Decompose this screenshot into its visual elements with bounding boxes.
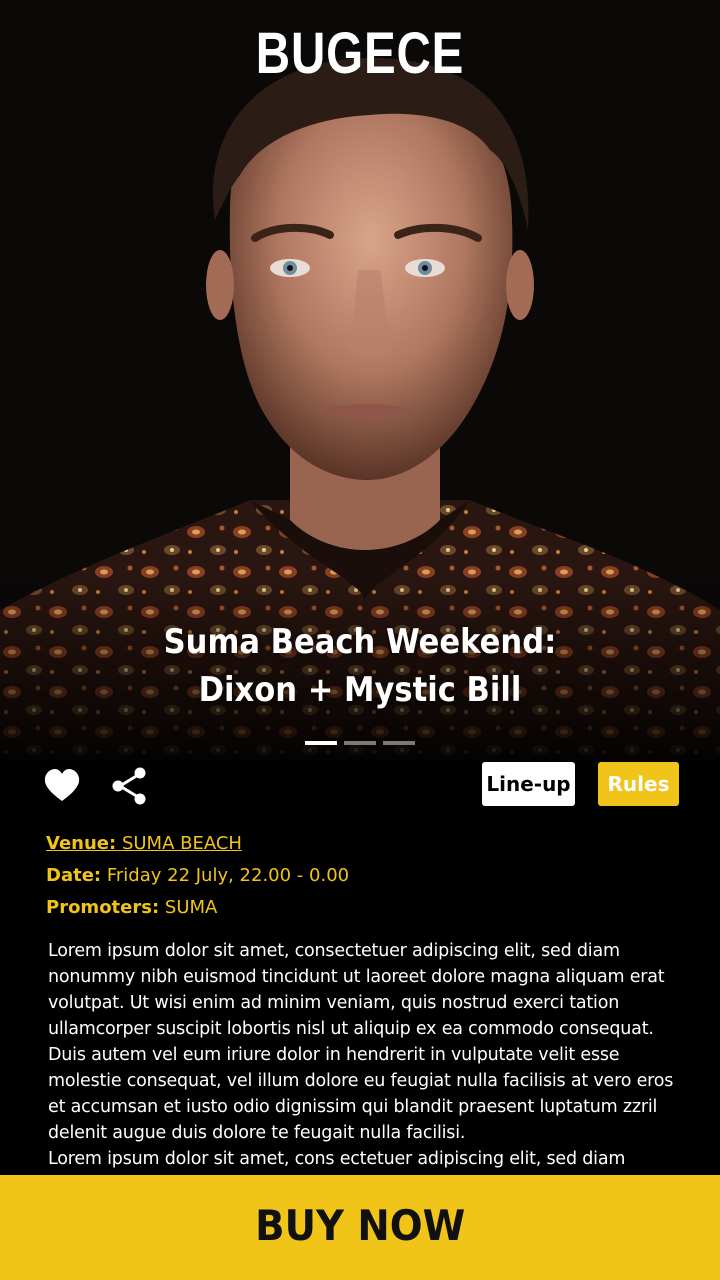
share-icon[interactable] bbox=[110, 766, 150, 806]
carousel-pager[interactable] bbox=[305, 741, 415, 745]
date-label: Date: bbox=[46, 865, 102, 886]
rules-button[interactable]: Rules bbox=[598, 762, 679, 806]
promoters-value: SUMA bbox=[164, 897, 218, 918]
promoters-label: Promoters: bbox=[46, 897, 160, 918]
event-title: Suma Beach Weekend: Dixon + Mystic Bill bbox=[0, 618, 720, 714]
pager-dot-1[interactable] bbox=[305, 741, 337, 745]
event-title-line-1: Suma Beach Weekend: bbox=[163, 622, 557, 662]
venue-row: Venue: SUMA BEACH bbox=[46, 828, 349, 860]
pager-dot-2[interactable] bbox=[344, 741, 376, 745]
brand-logo[interactable]: BUGECE bbox=[65, 20, 655, 87]
buy-now-label: BUY NOW bbox=[254, 1201, 466, 1250]
buy-now-button[interactable]: BUY NOW bbox=[0, 1175, 720, 1280]
venue-link[interactable]: Venue: SUMA BEACH bbox=[46, 833, 242, 854]
action-bar: Line-up Rules bbox=[0, 762, 720, 808]
event-details: Venue: SUMA BEACH Date: Friday 22 July, … bbox=[46, 828, 349, 924]
pager-dot-3[interactable] bbox=[383, 741, 415, 745]
venue-label: Venue: bbox=[46, 833, 117, 854]
date-value: Friday 22 July, 22.00 - 0.00 bbox=[106, 865, 350, 886]
lineup-button[interactable]: Line-up bbox=[482, 762, 575, 806]
event-description: Lorem ipsum dolor sit amet, consectetuer… bbox=[48, 941, 674, 1169]
promoters-row: Promoters: SUMA bbox=[46, 892, 349, 924]
hero-banner: BUGECE Suma Beach Weekend: Dixon + Mysti… bbox=[0, 0, 720, 760]
venue-value: SUMA BEACH bbox=[121, 833, 242, 854]
heart-icon[interactable] bbox=[42, 766, 82, 806]
event-title-line-2: Dixon + Mystic Bill bbox=[198, 670, 522, 710]
date-row: Date: Friday 22 July, 22.00 - 0.00 bbox=[46, 860, 349, 892]
